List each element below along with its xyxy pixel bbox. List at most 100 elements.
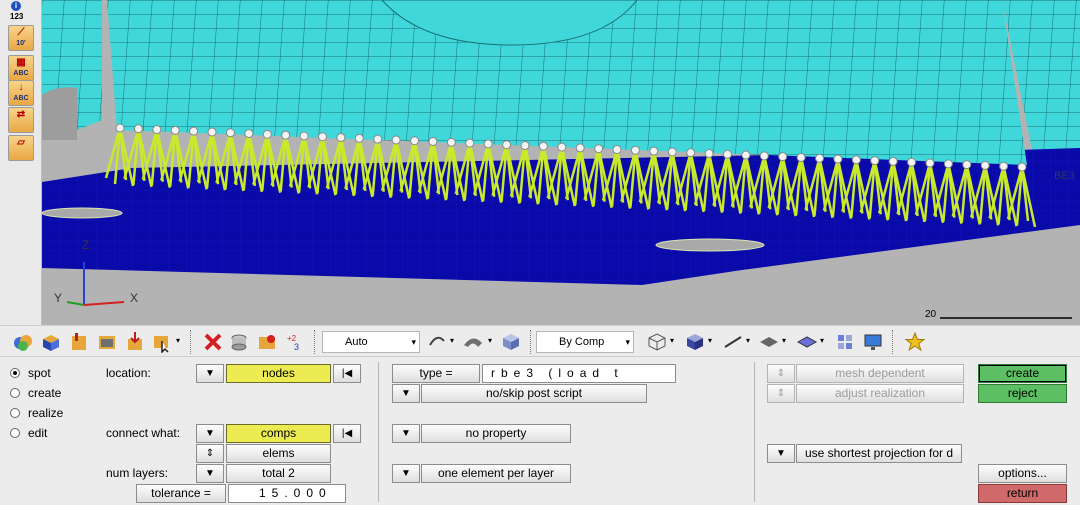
num-layers-label: num layers: [106,466,169,480]
measure-label: 10' [16,40,26,47]
wireframe-dropdown-icon[interactable]: ▾ [670,336,674,345]
wireframe-icon[interactable] [646,331,668,353]
mode-create-radio[interactable]: create [10,386,61,400]
layer-icon[interactable] [758,331,780,353]
find-icon[interactable] [124,331,146,353]
select-dropdown-icon[interactable]: ▾ [176,336,180,345]
line-icon[interactable] [722,331,744,353]
solid-box-icon[interactable] [40,331,62,353]
projection-selector[interactable]: use shortest projection for d [796,444,962,463]
components-icon[interactable] [12,331,34,353]
rbe-node [262,129,272,139]
adjust-realization-toggle[interactable]: ⇕ [767,384,795,403]
rbe-node [612,144,622,154]
line-dropdown-icon[interactable]: ▾ [746,336,750,345]
solid-dropdown-icon[interactable]: ▾ [708,336,712,345]
rbe-node [207,127,217,137]
arrow-label-icon[interactable]: ↓ ABC [8,80,34,106]
star-icon[interactable] [904,331,926,353]
return-button[interactable]: return [978,484,1067,503]
layers-selector[interactable]: total 2 [226,464,331,483]
plane-icon[interactable] [796,331,818,353]
folder-icon[interactable] [256,331,278,353]
rotate-icon[interactable] [426,331,448,353]
mode-edit-radio[interactable]: edit [10,426,47,440]
graphics-viewport[interactable]: BE3 Z X Y 20 [42,0,1080,325]
adjust-realization-selector[interactable]: adjust realization [796,384,964,403]
element-layer-toggle[interactable]: ▼ [392,464,420,483]
options-button[interactable]: options... [978,464,1067,483]
chevron-down-icon: ▾ [411,337,416,347]
color-mode-select[interactable]: By Comp ▾ [536,331,634,353]
measure-icon[interactable]: ⟋ 10' [8,25,34,51]
location-selector[interactable]: nodes [226,364,331,383]
mesh-swap-icon[interactable]: ⇄ [8,107,34,133]
info-icon[interactable]: i [11,1,21,11]
rbe-panel: spot create realize edit location: ▼ nod… [0,358,1080,505]
mode-realize-radio[interactable]: realize [10,406,63,420]
location-reset-button[interactable]: |◀ [333,364,361,383]
rbe-node [630,145,640,155]
projection-toggle[interactable]: ▼ [767,444,795,463]
cube-icon[interactable] [500,331,522,353]
axis-y-label: Y [54,291,63,305]
layer-dropdown-icon[interactable]: ▾ [782,336,786,345]
rbe-node [299,131,309,141]
elems-selector[interactable]: elems [226,444,331,463]
rbe-node [336,133,346,143]
connect-selector[interactable]: comps [226,424,331,443]
mask-icon[interactable] [68,331,90,353]
element-per-layer-selector[interactable]: one element per layer [421,464,571,483]
tolerance-button[interactable]: tolerance = [136,484,226,503]
layers-toggle[interactable]: ▼ [196,464,224,483]
model-view [42,0,1080,325]
display-mode-value: Auto [345,336,368,348]
mode-realize-label: realize [28,406,64,420]
location-label: location: [106,366,151,380]
connect-reset-button[interactable]: |◀ [333,424,361,443]
grid-icon[interactable] [834,331,856,353]
mesh-dependent-selector[interactable]: mesh dependent [796,364,964,383]
numbers-icon[interactable]: +23 [284,331,306,353]
connect-toggle[interactable]: ▼ [196,424,224,443]
mesh-dependent-toggle[interactable]: ⇕ [767,364,795,383]
rbe-node [189,126,199,136]
color-mode-value: By Comp [559,336,605,348]
solid-cube-icon[interactable] [684,331,706,353]
label-abc-text: ABC [13,70,29,77]
surface-icon[interactable]: ▱ [8,135,34,161]
panel-divider [754,362,755,502]
numbers-label: 123 [10,12,24,21]
connect-what-label: connect what: [106,426,181,440]
reject-button[interactable]: reject [978,384,1067,403]
post-script-selector[interactable]: no/skip post script [421,384,647,403]
property-selector[interactable]: no property [421,424,571,443]
label-abc-icon[interactable]: ▦ ABC [8,55,34,81]
axis-z-label: Z [82,238,90,252]
property-toggle[interactable]: ▼ [392,424,420,443]
rbe-node [225,128,235,138]
shading-icon[interactable] [462,331,484,353]
mode-spot-radio[interactable]: spot [10,366,51,380]
type-input[interactable]: rbe3 (load t [482,364,676,383]
display-mode-select[interactable]: Auto ▾ [322,331,420,353]
location-toggle[interactable]: ▼ [196,364,224,383]
radio-indicator [10,368,20,378]
select-icon[interactable] [150,331,172,353]
plane-dropdown-icon[interactable]: ▾ [820,336,824,345]
post-script-toggle[interactable]: ▼ [392,384,420,403]
create-button[interactable]: create [978,364,1067,383]
cylinder-icon[interactable] [228,331,250,353]
rbe-node [999,161,1009,171]
elems-toggle[interactable]: ⇕ [196,444,224,463]
window-icon[interactable] [96,331,118,353]
shading-dropdown-icon[interactable]: ▾ [488,336,492,345]
rbe-node [152,125,162,135]
rbe-node [667,147,677,157]
mode-edit-label: edit [28,426,48,440]
monitor-icon[interactable] [862,331,884,353]
delete-icon[interactable] [202,331,224,353]
type-button[interactable]: type = [392,364,480,383]
tolerance-input[interactable]: 15.000 [228,484,346,503]
rotate-dropdown-icon[interactable]: ▾ [450,336,454,345]
